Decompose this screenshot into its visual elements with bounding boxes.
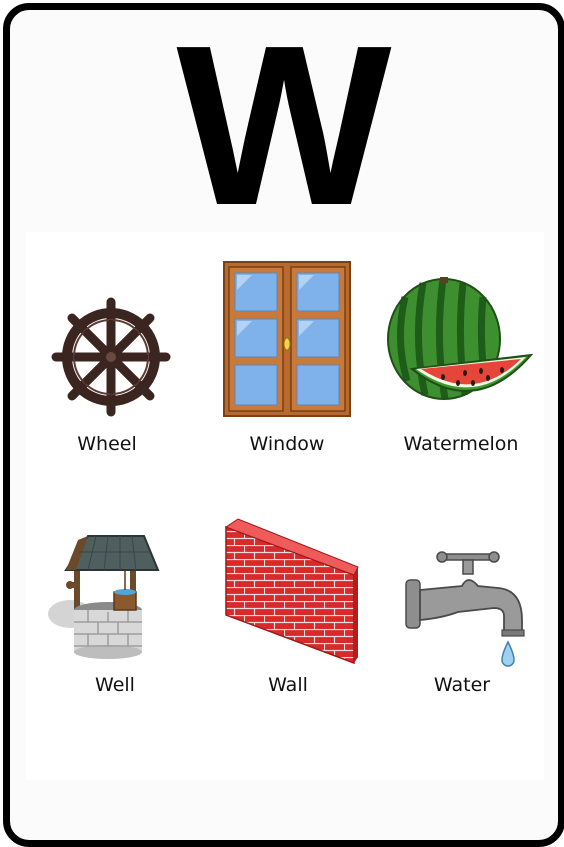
- watermelon-icon: [387, 277, 534, 400]
- window-icon: [223, 261, 351, 417]
- ship-wheel-icon: [51, 297, 171, 417]
- flashcard: W Wheel Window Watermelon Well Wall Wate…: [3, 3, 564, 847]
- item-label-window: Window: [249, 433, 325, 455]
- item-label-watermelon: Watermelon: [403, 433, 519, 455]
- item-label-wall: Wall: [268, 674, 308, 696]
- brick-wall-icon: [224, 518, 359, 665]
- item-label-well: Well: [95, 674, 135, 696]
- water-tap-icon: [405, 551, 525, 667]
- item-label-wheel: Wheel: [77, 433, 137, 455]
- well-icon: [48, 535, 160, 659]
- letter-heading: W: [176, 0, 392, 253]
- item-label-water: Water: [433, 674, 491, 696]
